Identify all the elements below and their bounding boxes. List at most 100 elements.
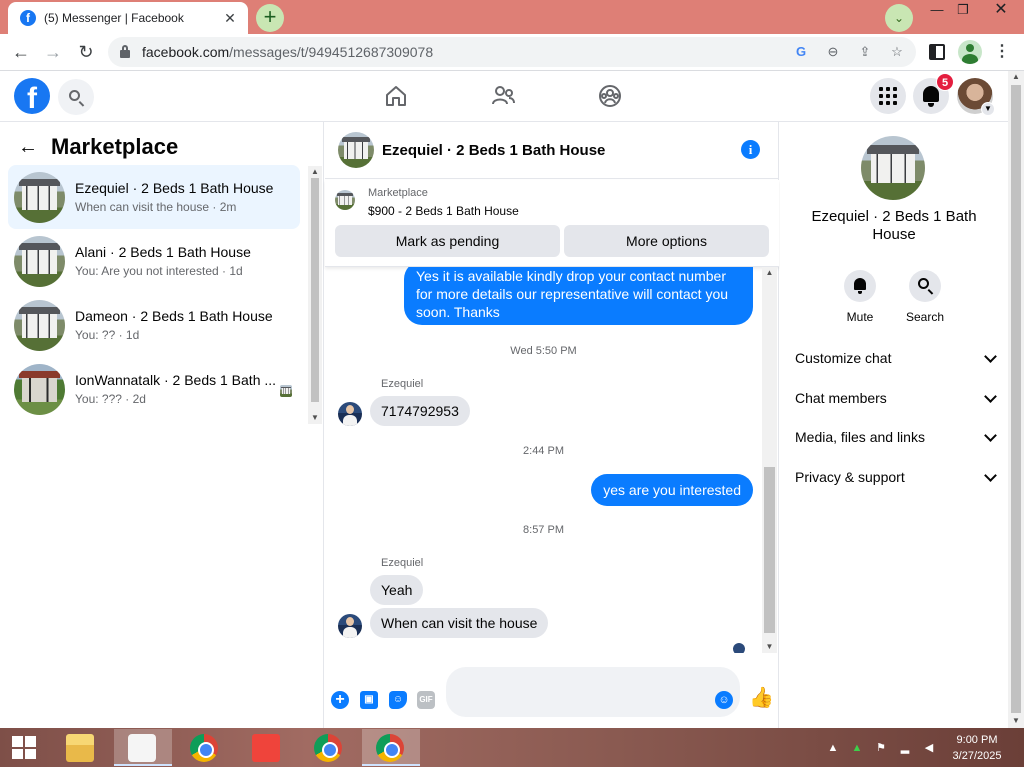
listing-photo: [14, 172, 65, 223]
clock-date: 3/27/2025: [952, 750, 1002, 762]
tab-search-icon[interactable]: ⌄: [885, 4, 913, 32]
facebook-logo-icon[interactable]: f: [14, 78, 50, 114]
gif-icon[interactable]: GIF: [417, 691, 435, 709]
conversation-item-dameon[interactable]: Dameon · 2 Beds 1 Bath House You: ?? · 1…: [8, 293, 300, 357]
thumbs-up-icon[interactable]: 👍: [749, 687, 774, 709]
groups-icon[interactable]: [597, 83, 623, 109]
system-clock[interactable]: 9:00 PM 3/27/2025: [930, 732, 1024, 764]
conversation-item-ezequiel[interactable]: Ezequiel · 2 Beds 1 Bath House When can …: [8, 165, 300, 229]
tab-title: (5) Messenger | Facebook: [44, 11, 184, 25]
show-hidden-icons-icon[interactable]: ▲: [826, 741, 840, 755]
media-files-links-section[interactable]: Media, files and links: [795, 429, 997, 449]
home-icon[interactable]: [383, 83, 409, 109]
chat-title[interactable]: Ezequiel · 2 Beds 1 Bath House: [382, 142, 605, 159]
conversation-snippet: You: Are you not interested · 1d: [75, 264, 243, 278]
side-panel-icon[interactable]: [929, 44, 945, 60]
listing-price-title[interactable]: $900 - 2 Beds 1 Bath House: [368, 204, 519, 218]
reload-icon[interactable]: ↻: [74, 40, 98, 64]
taskbar-chrome-active[interactable]: [362, 729, 420, 766]
incoming-message: 7174792953: [370, 396, 470, 426]
conversation-name: Alani · 2 Beds 1 Bath House: [75, 244, 251, 260]
message-timestamp: Wed 5:50 PM: [510, 345, 577, 357]
section-label: Chat members: [795, 390, 887, 406]
page-scrollbar[interactable]: ▲ ▼: [1008, 71, 1024, 728]
mute-button[interactable]: Mute: [835, 270, 885, 324]
close-tab-icon[interactable]: ✕: [222, 10, 238, 27]
thread-scrollbar[interactable]: ▲ ▼: [762, 267, 777, 653]
conversation-snippet: You: ?? · 1d: [75, 328, 140, 342]
search-icon: [918, 278, 929, 289]
sender-avatar[interactable]: [338, 614, 362, 638]
url-text[interactable]: facebook.com/messages/t/9494512687309078: [142, 44, 433, 60]
windows-logo-icon: [12, 736, 36, 759]
taskbar-snipping-tool[interactable]: [114, 729, 172, 766]
conversation-snippet: You: ??? · 2d: [75, 392, 146, 406]
chat-header: Ezequiel · 2 Beds 1 Bath House i: [325, 122, 779, 179]
scroll-down-icon[interactable]: ▼: [762, 641, 777, 653]
message-input[interactable]: [446, 667, 740, 717]
share-icon[interactable]: ⇪: [856, 43, 874, 61]
scrollbar-thumb[interactable]: [764, 467, 775, 633]
taskbar-chrome[interactable]: [176, 729, 234, 766]
section-label: Media, files and links: [795, 429, 925, 445]
chat-avatar[interactable]: [338, 132, 374, 168]
chrome-icon: [376, 734, 404, 762]
back-arrow-icon[interactable]: ←: [18, 136, 38, 159]
conversation-name: Ezequiel · 2 Beds 1 Bath House: [75, 180, 274, 196]
chevron-down-icon: [984, 469, 997, 482]
sender-avatar[interactable]: [338, 402, 362, 426]
network-icon[interactable]: ▂: [898, 741, 912, 755]
message-timestamp: 8:57 PM: [523, 524, 564, 536]
plus-icon[interactable]: +: [331, 691, 349, 709]
taskbar-chrome-profile[interactable]: [300, 729, 358, 766]
more-options-button[interactable]: More options: [564, 225, 769, 257]
menu-button[interactable]: [870, 78, 906, 114]
forward-arrow-icon[interactable]: →: [41, 40, 65, 64]
conversation-item-alani[interactable]: Alani · 2 Beds 1 Bath House You: Are you…: [8, 229, 300, 293]
back-arrow-icon[interactable]: ←: [9, 40, 33, 64]
new-tab-button[interactable]: +: [256, 4, 284, 32]
restore-window-icon[interactable]: ❐: [946, 0, 980, 20]
info-icon[interactable]: i: [741, 140, 760, 159]
close-window-icon[interactable]: ✕: [978, 0, 1024, 20]
scroll-down-icon[interactable]: ▼: [1008, 715, 1024, 727]
profile-icon[interactable]: [958, 40, 982, 64]
scrollbar-thumb[interactable]: [1011, 85, 1021, 713]
taskbar-anydesk[interactable]: [238, 729, 296, 766]
conversation-item-ionwannatalk[interactable]: IonWannatalk · 2 Beds 1 Bath ... You: ??…: [8, 357, 300, 421]
app-tray-icon[interactable]: ▲: [850, 741, 864, 755]
privacy-support-section[interactable]: Privacy & support: [795, 469, 997, 489]
address-bar[interactable]: facebook.com/messages/t/9494512687309078…: [108, 37, 916, 67]
star-icon[interactable]: ☆: [888, 43, 906, 61]
customize-chat-section[interactable]: Customize chat: [795, 350, 997, 370]
chat-members-section[interactable]: Chat members: [795, 390, 997, 410]
folder-icon: [66, 734, 94, 762]
facebook-favicon: f: [20, 10, 36, 26]
chevron-down-icon[interactable]: ▼: [981, 102, 995, 116]
kebab-menu-icon[interactable]: ⋮: [994, 40, 1010, 64]
conversation-list-scrollbar[interactable]: ▲ ▼: [308, 166, 322, 424]
google-icon[interactable]: G: [792, 43, 810, 61]
flag-icon[interactable]: ⚑: [874, 741, 888, 755]
emoji-icon[interactable]: ☺: [715, 691, 733, 709]
image-icon[interactable]: ▣: [360, 691, 378, 709]
sticker-icon[interactable]: ☺: [389, 691, 407, 709]
start-button[interactable]: [0, 728, 48, 767]
listing-thumbnail[interactable]: [335, 190, 355, 210]
scroll-up-icon[interactable]: ▲: [762, 267, 777, 279]
browser-tab-messenger[interactable]: f (5) Messenger | Facebook ✕: [8, 2, 248, 34]
lock-icon[interactable]: [120, 45, 130, 58]
zoom-icon[interactable]: ⊖: [824, 43, 842, 61]
scroll-up-icon[interactable]: ▲: [308, 166, 322, 178]
taskbar-file-explorer[interactable]: [52, 729, 110, 766]
search-button[interactable]: [58, 79, 94, 115]
scroll-up-icon[interactable]: ▲: [1008, 71, 1024, 83]
scrollbar-thumb[interactable]: [311, 178, 319, 402]
listing-avatar[interactable]: [861, 136, 925, 200]
sender-name: Ezequiel: [381, 378, 424, 390]
friends-icon[interactable]: [490, 83, 516, 109]
scroll-down-icon[interactable]: ▼: [308, 412, 322, 424]
url-path: /messages/t/9494512687309078: [229, 44, 434, 60]
mark-as-pending-button[interactable]: Mark as pending: [335, 225, 560, 257]
search-in-conversation-button[interactable]: Search: [900, 270, 950, 324]
